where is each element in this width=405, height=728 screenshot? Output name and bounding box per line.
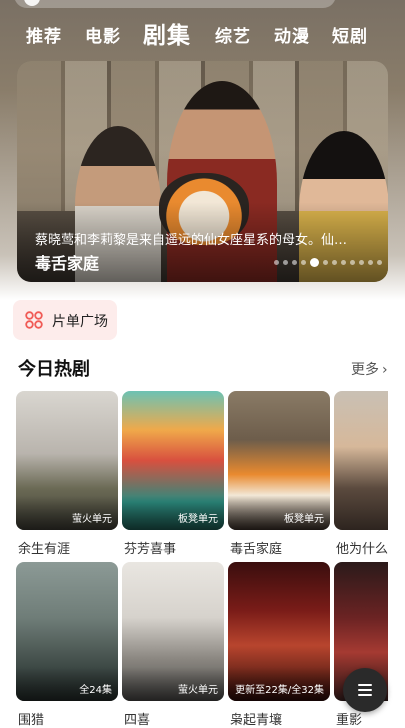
featured-banner[interactable]: 蔡晓莺和李莉黎是来自遥远的仙女座星系的母女。仙… 毒舌家庭 bbox=[17, 61, 388, 282]
banner-title: 毒舌家庭 bbox=[35, 254, 100, 273]
more-link[interactable]: 更多 › bbox=[351, 359, 388, 379]
show-poster: 萤火单元 bbox=[122, 562, 224, 701]
carousel-dot[interactable] bbox=[332, 260, 337, 265]
show-poster: 板凳单元 bbox=[228, 391, 330, 530]
show-title: 芬芳喜事 bbox=[124, 542, 177, 557]
carousel-dot[interactable] bbox=[274, 260, 279, 265]
show-poster: 板凳单元 bbox=[122, 391, 224, 530]
tab-recommend[interactable]: 推荐 bbox=[26, 22, 62, 47]
show-poster: 萤火单元 bbox=[16, 391, 118, 530]
tab-variety[interactable]: 综艺 bbox=[215, 22, 251, 47]
show-poster: 全24集 bbox=[16, 562, 118, 701]
show-title: 毒舌家庭 bbox=[230, 542, 283, 557]
show-title: 枭起青壤 bbox=[230, 713, 283, 728]
menu-button[interactable] bbox=[343, 668, 387, 712]
tab-short-drama[interactable]: 短剧 bbox=[332, 22, 368, 47]
tab-movies[interactable]: 电影 bbox=[85, 22, 121, 47]
carousel-dot[interactable] bbox=[323, 260, 328, 265]
banner-caption: 蔡晓莺和李莉黎是来自遥远的仙女座星系的母女。仙… bbox=[35, 233, 348, 248]
show-badge: 更新至22集/全32集 bbox=[235, 685, 324, 696]
show-badge: 全24集 bbox=[79, 685, 112, 696]
show-badge: 板凳单元 bbox=[178, 514, 218, 525]
chevron-right-icon: › bbox=[382, 362, 388, 378]
section-title: 今日热剧 bbox=[18, 359, 90, 380]
category-tabs: 推荐 电影 剧集 综艺 动漫 短剧 bbox=[0, 16, 405, 52]
carousel-dot[interactable] bbox=[292, 260, 297, 265]
tab-series[interactable]: 剧集 bbox=[143, 16, 191, 50]
show-title: 四喜 bbox=[124, 713, 151, 728]
flower-grid-icon bbox=[25, 311, 43, 329]
search-bar[interactable] bbox=[14, 0, 336, 8]
show-title: 围猎 bbox=[18, 713, 45, 728]
show-badge: 板凳单元 bbox=[284, 514, 324, 525]
carousel-dot[interactable] bbox=[377, 260, 382, 265]
tab-anime[interactable]: 动漫 bbox=[274, 22, 310, 47]
carousel-dot[interactable] bbox=[350, 260, 355, 265]
search-icon bbox=[24, 0, 40, 6]
carousel-dot[interactable] bbox=[359, 260, 364, 265]
more-label: 更多 bbox=[351, 362, 379, 378]
carousel-dot[interactable] bbox=[283, 260, 288, 265]
show-badge: 萤火单元 bbox=[178, 685, 218, 696]
carousel-dot[interactable] bbox=[368, 260, 373, 265]
show-title: 他为什么 bbox=[336, 542, 389, 557]
playlist-square-label: 片单广场 bbox=[52, 314, 108, 330]
show-title: 余生有涯 bbox=[18, 542, 71, 557]
playlist-square-button[interactable]: 片单广场 bbox=[13, 300, 117, 340]
carousel-dot[interactable] bbox=[301, 260, 306, 265]
show-badge: 萤火单元 bbox=[72, 514, 112, 525]
show-poster: 更新至22集/全32集 bbox=[228, 562, 330, 701]
carousel-dot[interactable] bbox=[341, 260, 346, 265]
show-poster bbox=[334, 391, 388, 530]
carousel-dot-active[interactable] bbox=[310, 258, 319, 267]
